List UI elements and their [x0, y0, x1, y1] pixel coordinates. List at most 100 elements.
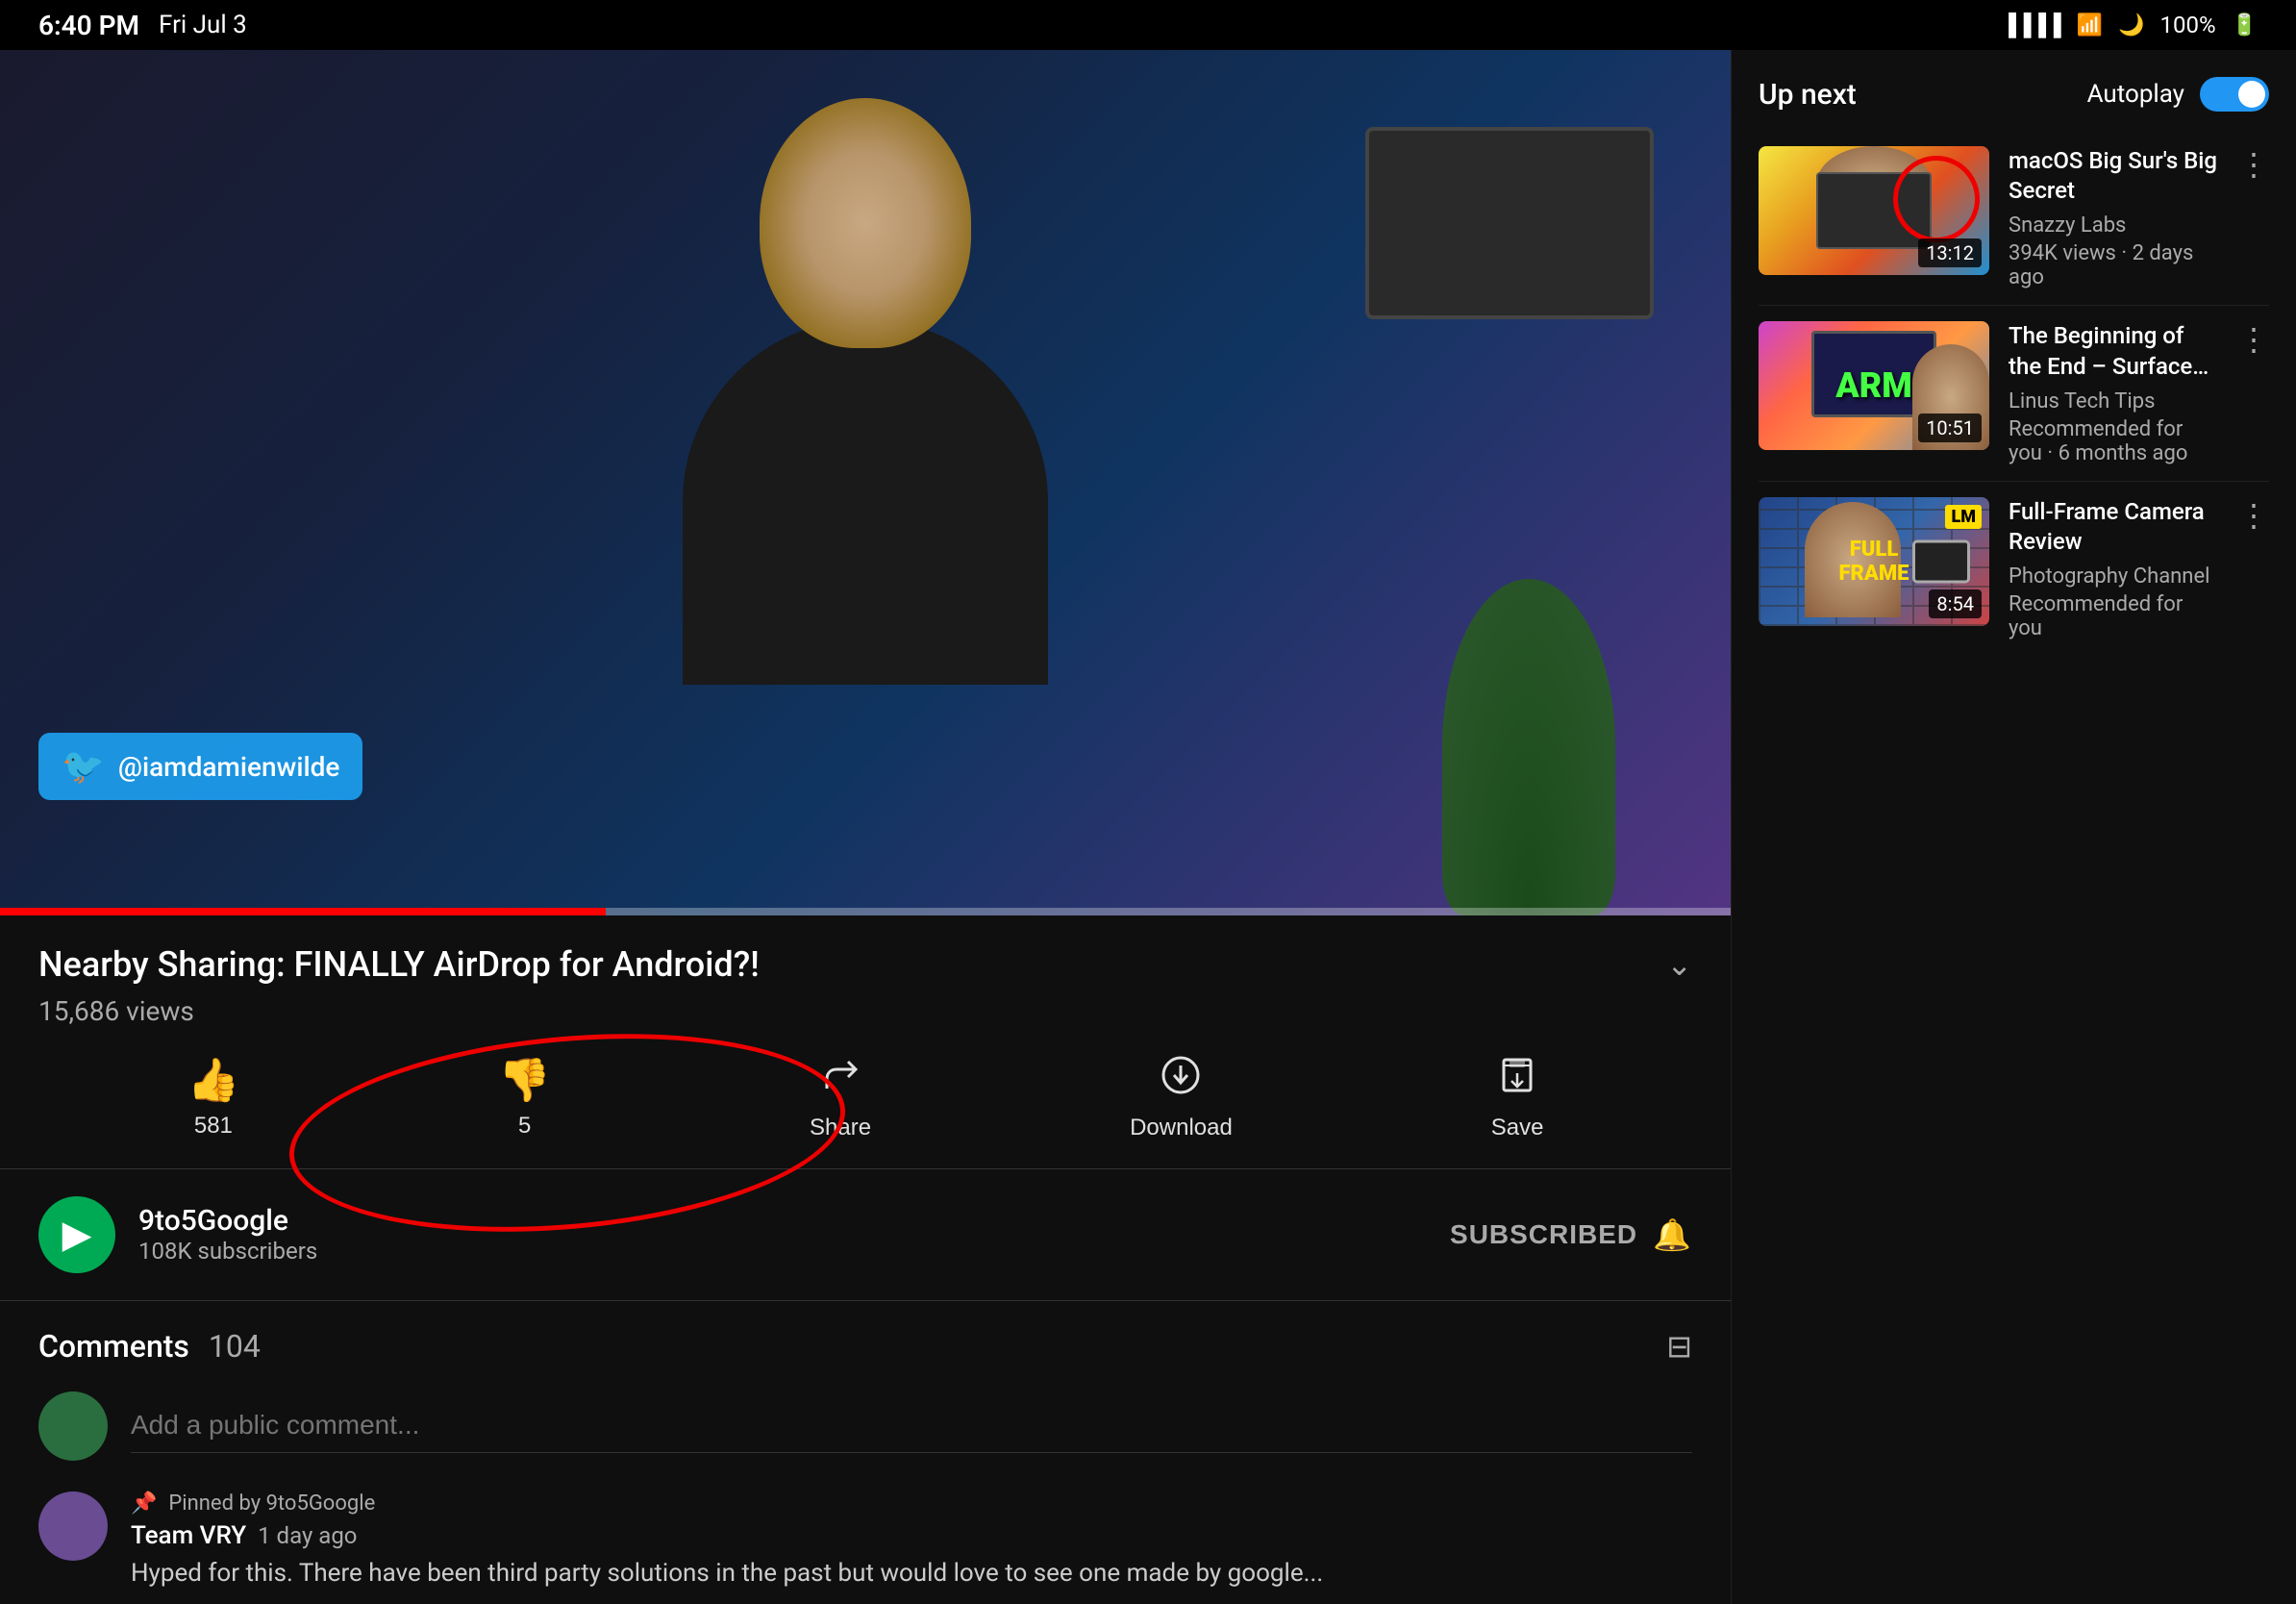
video-more-icon-1[interactable]: ⋮: [2238, 146, 2269, 183]
thumb-laptop: [1816, 172, 1932, 249]
subscribe-button[interactable]: SUBSCRIBED 🔔: [1450, 1216, 1692, 1253]
autoplay-section: Autoplay: [2087, 77, 2269, 112]
bell-icon: 🔔: [1653, 1216, 1692, 1253]
wifi-icon: 📶: [2077, 13, 2103, 38]
main-layout: 🐦 @iamdamienwilde Nearby Sharing: FINALL…: [0, 50, 2296, 1604]
channel-subscribers: 108K subscribers: [138, 1238, 1450, 1265]
left-panel: 🐦 @iamdamienwilde Nearby Sharing: FINALL…: [0, 50, 1731, 1604]
comment-avatar: [38, 1491, 108, 1561]
head: [760, 98, 971, 348]
pin-icon: 📌: [131, 1491, 157, 1516]
video-card-info-2: The Beginning of the End – Surface Pro X…: [2009, 321, 2219, 464]
battery-icon: 🔋: [2232, 13, 2258, 38]
video-more-icon-2[interactable]: ⋮: [2238, 321, 2269, 358]
comment-input[interactable]: [131, 1398, 1692, 1453]
pinned-label: Pinned by 9to5Google: [168, 1491, 375, 1516]
status-date: Fri Jul 3: [159, 11, 247, 39]
video-more-icon-3[interactable]: ⋮: [2238, 497, 2269, 534]
video-card-channel-2: Linus Tech Tips: [2009, 389, 2219, 414]
video-title: Nearby Sharing: FINALLY AirDrop for Andr…: [38, 942, 760, 988]
comments-count: 104: [209, 1328, 261, 1365]
channel-row: ▶ 9to5Google 108K subscribers SUBSCRIBED…: [0, 1169, 1731, 1301]
comment-author: Team VRY: [131, 1521, 246, 1550]
twitter-bird-icon: 🐦: [62, 746, 105, 787]
video-background: 🐦 @iamdamienwilde: [0, 50, 1731, 915]
video-duration-3: 8:54: [1929, 589, 1982, 618]
like-button[interactable]: 👍 581: [187, 1055, 239, 1140]
signal-icon: ▐▐▐▐: [2001, 13, 2060, 38]
status-time: 6:40 PM: [38, 10, 139, 41]
chevron-down-icon[interactable]: ⌄: [1666, 946, 1692, 983]
comment-content: 📌 Pinned by 9to5Google Team VRY 1 day ag…: [131, 1491, 1692, 1591]
video-card-channel-3: Photography Channel: [2009, 564, 2219, 589]
save-label: Save: [1491, 1115, 1544, 1141]
video-card-title-1: macOS Big Sur's Big Secret: [2009, 146, 2219, 206]
thumbs-up-icon: 👍: [187, 1055, 239, 1105]
status-bar: 6:40 PM Fri Jul 3 ▐▐▐▐ 📶 🌙 100% 🔋: [0, 0, 2296, 50]
status-right: ▐▐▐▐ 📶 🌙 100% 🔋: [2001, 12, 2258, 38]
background-monitor: [1365, 127, 1654, 319]
video-player[interactable]: 🐦 @iamdamienwilde: [0, 50, 1731, 915]
thumbnail-3: FULLFRAME LM 8:54: [1759, 497, 1989, 626]
video-card-channel-1: Snazzy Labs: [2009, 213, 2219, 238]
thumbnail-2: ARM 10:51: [1759, 321, 1989, 450]
video-views: 15,686 views: [38, 995, 1692, 1027]
comments-section: Comments 104 ⊟ 📌 Pinned by 9to5Google: [0, 1301, 1731, 1604]
comments-title: Comments: [38, 1328, 189, 1365]
current-user-avatar: [38, 1391, 108, 1461]
thumb-fullframe-text: FULLFRAME: [1839, 538, 1909, 586]
comment-time: 1 day ago: [258, 1522, 357, 1549]
channel-avatar: ▶: [38, 1196, 115, 1273]
progress-bar-container[interactable]: [0, 908, 1731, 915]
action-buttons-row: 👍 581 👎 5 Share: [0, 1027, 1731, 1169]
comment-meta: 📌 Pinned by 9to5Google: [131, 1491, 1692, 1516]
channel-info: 9to5Google 108K subscribers: [138, 1204, 1450, 1265]
comment-author-row: Team VRY 1 day ago: [131, 1521, 1692, 1550]
share-button[interactable]: Share: [810, 1054, 871, 1141]
autoplay-label: Autoplay: [2087, 80, 2184, 109]
download-label: Download: [1130, 1115, 1233, 1141]
thumbs-down-icon: 👎: [498, 1055, 551, 1105]
dislike-count: 5: [518, 1113, 531, 1140]
comments-filter-icon[interactable]: ⊟: [1666, 1328, 1692, 1365]
share-icon: [819, 1054, 861, 1107]
autoplay-toggle[interactable]: [2200, 77, 2269, 112]
up-next-title: Up next: [1759, 78, 1857, 112]
video-card-3[interactable]: FULLFRAME LM 8:54 Full-Frame Camera Revi…: [1732, 482, 2296, 656]
status-left: 6:40 PM Fri Jul 3: [38, 10, 247, 41]
twitter-handle: @iamdamienwilde: [118, 751, 340, 783]
share-label: Share: [810, 1115, 871, 1141]
video-card-1[interactable]: 13:12 macOS Big Sur's Big Secret Snazzy …: [1732, 131, 2296, 305]
video-card-info-3: Full-Frame Camera Review Photography Cha…: [2009, 497, 2219, 640]
comment-input-row: [38, 1391, 1692, 1461]
video-duration-1: 13:12: [1918, 238, 1982, 267]
download-icon: [1160, 1054, 1202, 1107]
thumb-arm-text: ARM: [1835, 365, 1912, 406]
video-duration-2: 10:51: [1918, 414, 1982, 442]
video-card-meta-2: Recommended for you · 6 months ago: [2009, 417, 2219, 465]
video-card-meta-1: 394K views · 2 days ago: [2009, 241, 2219, 289]
moon-icon: 🌙: [2118, 13, 2144, 38]
person-silhouette: [625, 98, 1106, 771]
up-next-header: Up next Autoplay: [1732, 50, 2296, 131]
channel-name: 9to5Google: [138, 1204, 1450, 1238]
progress-bar-fill: [0, 908, 606, 915]
battery-level: 100%: [2160, 12, 2216, 38]
video-card-title-3: Full-Frame Camera Review: [2009, 497, 2219, 557]
video-card-2[interactable]: ARM 10:51 The Beginning of the End – Sur…: [1732, 306, 2296, 480]
video-card-title-2: The Beginning of the End – Surface Pro X…: [2009, 321, 2219, 381]
video-info: Nearby Sharing: FINALLY AirDrop for Andr…: [0, 915, 1731, 1027]
right-panel: Up next Autoplay 13:12 macOS Big Sur's B…: [1731, 50, 2296, 1604]
save-icon: [1496, 1054, 1538, 1107]
dislike-button[interactable]: 👎 5: [498, 1055, 551, 1140]
save-button[interactable]: Save: [1491, 1054, 1544, 1141]
comment-item: 📌 Pinned by 9to5Google Team VRY 1 day ag…: [38, 1491, 1692, 1591]
comments-header: Comments 104 ⊟: [38, 1328, 1692, 1365]
comment-text: Hyped for this. There have been third pa…: [131, 1556, 1692, 1591]
download-button[interactable]: Download: [1130, 1054, 1233, 1141]
video-card-meta-3: Recommended for you: [2009, 592, 2219, 640]
comments-title-row: Comments 104: [38, 1328, 261, 1365]
body: [683, 319, 1048, 685]
thumbnail-1: 13:12: [1759, 146, 1989, 275]
twitter-badge: 🐦 @iamdamienwilde: [38, 733, 362, 800]
